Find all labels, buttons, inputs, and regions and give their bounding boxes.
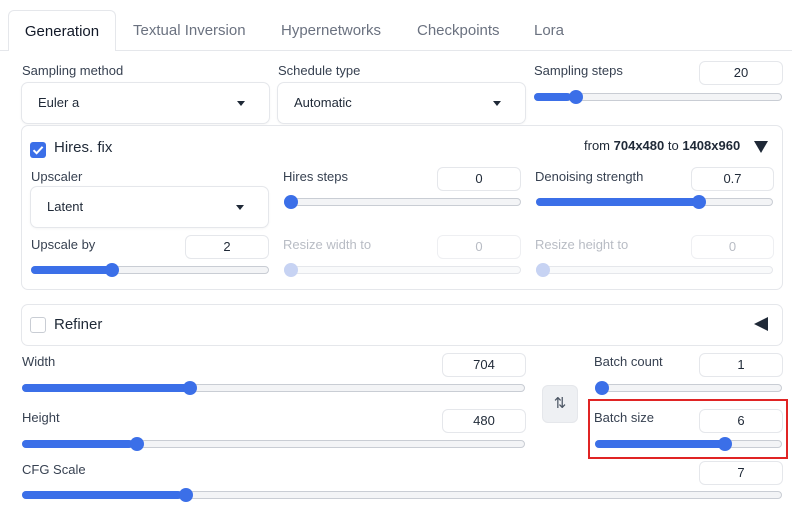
refiner-panel [21, 304, 783, 346]
tab-hypernetworks[interactable]: Hypernetworks [281, 10, 381, 51]
width-slider[interactable] [22, 381, 525, 395]
hires-summary-to-size: 1408x960 [682, 138, 741, 153]
upscaler-value: Latent [47, 199, 84, 214]
resize-height-slider [536, 263, 773, 277]
upscale-by-input[interactable]: 2 [185, 235, 269, 259]
hires-fix-checkbox[interactable] [30, 142, 46, 158]
upscale-by-label: Upscale by [31, 237, 96, 252]
collapse-triangle-icon[interactable] [754, 141, 768, 153]
batch-count-input[interactable]: 1 [699, 353, 783, 377]
resize-width-slider [284, 263, 521, 277]
resize-height-input: 0 [691, 235, 774, 259]
hires-summary: from 704x480 to 1408x960 [584, 138, 740, 153]
slider-thumb [284, 263, 298, 277]
sampling-method-value: Euler a [38, 95, 80, 110]
height-input[interactable]: 480 [442, 409, 526, 433]
hires-steps-label: Hires steps [283, 169, 349, 184]
hires-steps-input[interactable]: 0 [437, 167, 521, 191]
sampling-steps-input[interactable]: 20 [699, 61, 783, 85]
sampling-steps-slider[interactable] [534, 90, 782, 104]
slider-thumb[interactable] [692, 195, 707, 209]
tab-bar: Generation Textual Inversion Hypernetwor… [0, 0, 792, 51]
slider-thumb[interactable] [178, 488, 193, 502]
refiner-label: Refiner [54, 316, 103, 333]
width-label: Width [22, 354, 56, 369]
sampling-method-label: Sampling method [22, 63, 124, 78]
resize-height-label: Resize height to [535, 237, 629, 252]
height-label: Height [22, 410, 60, 425]
hires-summary-from-size: 704x480 [613, 138, 665, 153]
slider-thumb[interactable] [129, 437, 144, 451]
batch-count-slider[interactable] [595, 381, 782, 395]
tab-divider [0, 50, 8, 51]
width-input[interactable]: 704 [442, 353, 526, 377]
swap-arrows-icon: ⇅ [553, 395, 567, 412]
sampling-method-select[interactable]: Euler a [21, 82, 270, 124]
hires-summary-to: to [667, 138, 679, 153]
expand-triangle-icon[interactable] [754, 317, 768, 331]
hires-steps-slider[interactable] [284, 195, 521, 209]
slider-thumb[interactable] [284, 195, 298, 209]
cfg-scale-slider[interactable] [22, 488, 782, 502]
upscaler-select[interactable]: Latent [30, 186, 269, 228]
schedule-type-label: Schedule type [278, 63, 361, 78]
schedule-type-value: Automatic [294, 95, 352, 110]
denoising-strength-slider[interactable] [536, 195, 773, 209]
tab-textual-inversion[interactable]: Textual Inversion [133, 10, 246, 51]
slider-thumb[interactable] [104, 263, 119, 277]
tab-lora[interactable]: Lora [534, 10, 564, 51]
batch-size-highlight [588, 399, 788, 459]
schedule-type-select[interactable]: Automatic [277, 82, 526, 124]
chevron-down-icon [236, 205, 244, 210]
chevron-down-icon [493, 101, 501, 106]
cfg-scale-input[interactable]: 7 [699, 461, 783, 485]
hires-summary-from: from [584, 138, 610, 153]
hires-fix-label: Hires. fix [54, 139, 113, 156]
sampling-steps-label: Sampling steps [534, 63, 623, 78]
chevron-down-icon [237, 101, 245, 106]
slider-thumb[interactable] [569, 90, 584, 104]
refiner-checkbox[interactable] [30, 317, 46, 333]
cfg-scale-label: CFG Scale [22, 462, 86, 477]
check-icon [32, 146, 44, 155]
resize-width-input: 0 [437, 235, 521, 259]
tab-generation[interactable]: Generation [8, 10, 116, 51]
upscaler-label: Upscaler [31, 169, 83, 184]
batch-count-label: Batch count [594, 354, 663, 369]
denoising-strength-input[interactable]: 0.7 [691, 167, 774, 191]
denoising-strength-label: Denoising strength [535, 169, 644, 184]
slider-thumb[interactable] [183, 381, 198, 395]
tab-checkpoints[interactable]: Checkpoints [417, 10, 500, 51]
height-slider[interactable] [22, 437, 525, 451]
swap-dimensions-button[interactable]: ⇅ [542, 385, 578, 423]
slider-thumb [536, 263, 550, 277]
upscale-by-slider[interactable] [31, 263, 269, 277]
resize-width-label: Resize width to [283, 237, 372, 252]
slider-thumb[interactable] [595, 381, 609, 395]
